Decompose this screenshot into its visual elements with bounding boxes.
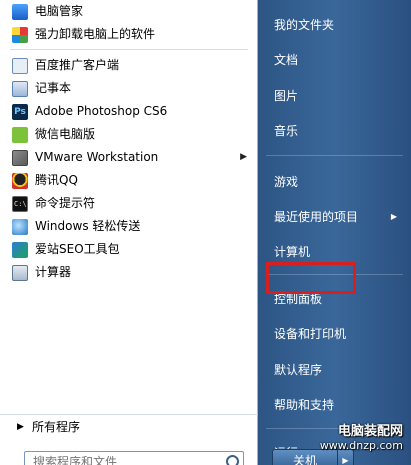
easy-transfer-icon	[12, 219, 28, 235]
program-label: 微信电脑版	[35, 127, 96, 141]
calculator-icon	[12, 265, 28, 281]
control-panel-highlight	[266, 262, 356, 294]
places-item-games[interactable]: 游戏	[274, 172, 411, 192]
places-item-pictures[interactable]: 图片	[274, 86, 411, 106]
command-prompt-icon: C:\	[12, 196, 28, 212]
places-item-help-support[interactable]: 帮助和支持	[274, 395, 411, 415]
start-menu: 电脑管家 强力卸载电脑上的软件 百度推广客户端 记事本 Ps Adobe Pho…	[0, 0, 411, 465]
program-item-command-prompt[interactable]: C:\ 命令提示符	[0, 192, 258, 215]
separator	[10, 49, 248, 50]
program-item-baidu-promotion[interactable]: 百度推广客户端	[0, 54, 258, 77]
qq-icon	[12, 173, 28, 189]
top-spacer	[258, 0, 411, 15]
separator	[266, 155, 403, 156]
wechat-icon	[12, 127, 28, 143]
program-item-vmware[interactable]: VMware Workstation ▶	[0, 146, 258, 169]
watermark-title: 电脑装配网	[337, 424, 403, 439]
program-label: 命令提示符	[35, 196, 96, 210]
places-item-devices-printers[interactable]: 设备和打印机	[274, 324, 411, 344]
program-item-notepad[interactable]: 记事本	[0, 77, 258, 100]
search-input[interactable]	[24, 451, 244, 465]
notepad-icon	[12, 81, 28, 97]
tencent-shield-icon	[12, 4, 28, 20]
all-programs-label: 所有程序	[32, 420, 81, 434]
programs-pane: 电脑管家 强力卸载电脑上的软件 百度推广客户端 记事本 Ps Adobe Pho…	[0, 0, 258, 465]
uninstall-icon	[12, 27, 28, 43]
aizhan-seo-icon	[12, 242, 28, 258]
program-label: 腾讯QQ	[35, 173, 78, 187]
photoshop-icon: Ps	[12, 104, 28, 120]
places-item-computer[interactable]: 计算机	[274, 242, 411, 262]
program-label: 记事本	[35, 81, 72, 95]
places-item-music[interactable]: 音乐	[274, 121, 411, 141]
program-label: 爱站SEO工具包	[35, 242, 120, 256]
program-label: Windows 轻松传送	[35, 219, 141, 233]
watermark: 电脑装配网 www.dnzp.com	[318, 425, 411, 453]
program-list: 电脑管家 强力卸载电脑上的软件 百度推广客户端 记事本 Ps Adobe Pho…	[0, 0, 258, 284]
recent-items-label: 最近使用的项目	[274, 210, 359, 224]
baidu-promotion-icon	[12, 58, 28, 74]
expand-arrow-icon: ▶	[17, 422, 24, 432]
program-item-wechat[interactable]: 微信电脑版	[0, 123, 258, 146]
program-item-pc-manager[interactable]: 电脑管家	[0, 0, 258, 23]
submenu-arrow-icon: ▶	[390, 212, 397, 221]
program-label: Adobe Photoshop CS6	[35, 104, 168, 118]
program-item-photoshop[interactable]: Ps Adobe Photoshop CS6	[0, 100, 258, 123]
watermark-url: www.dnzp.com	[319, 439, 403, 452]
program-item-uninstaller[interactable]: 强力卸载电脑上的软件	[0, 23, 258, 46]
places-item-default-programs[interactable]: 默认程序	[274, 360, 411, 380]
vmware-icon	[12, 150, 28, 166]
program-item-easy-transfer[interactable]: Windows 轻松传送	[0, 215, 258, 238]
submenu-arrow-icon: ▶	[240, 152, 247, 162]
program-label: 电脑管家	[35, 4, 84, 18]
search-icon[interactable]	[226, 455, 239, 465]
places-item-documents[interactable]: 文档	[274, 50, 411, 70]
places-item-recent-items[interactable]: 最近使用的项目 ▶	[274, 207, 411, 227]
program-label: VMware Workstation	[35, 150, 159, 164]
program-label: 强力卸载电脑上的软件	[35, 27, 156, 41]
program-label: 计算器	[35, 265, 72, 279]
program-item-aizhan-seo[interactable]: 爱站SEO工具包	[0, 238, 258, 261]
places-item-my-folder[interactable]: 我的文件夹	[274, 15, 411, 35]
all-programs-button[interactable]: ▶ 所有程序	[0, 414, 258, 438]
places-pane: 我的文件夹 文档 图片 音乐 游戏 最近使用的项目 ▶ 计算机 控制面板 设备和…	[258, 0, 411, 465]
program-item-calculator[interactable]: 计算器	[0, 261, 258, 284]
program-label: 百度推广客户端	[35, 58, 120, 72]
program-item-qq[interactable]: 腾讯QQ	[0, 169, 258, 192]
